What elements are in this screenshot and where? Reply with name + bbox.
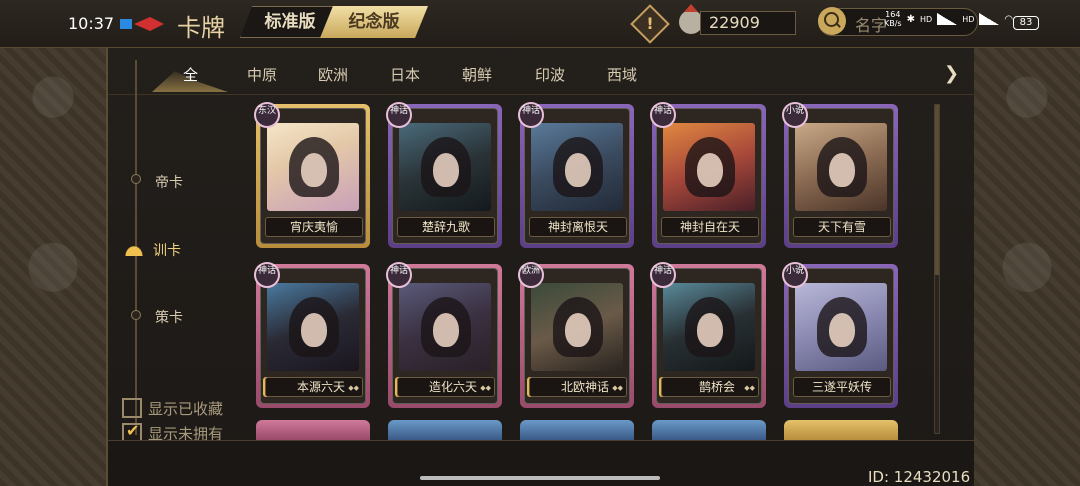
tab-divider xyxy=(108,94,974,95)
rail-dot-emperor[interactable] xyxy=(131,174,141,184)
hd-label-2: HD xyxy=(962,14,975,24)
card-name: 神封自在天 xyxy=(661,217,759,237)
card-badge: 神话 xyxy=(650,262,676,288)
card-portrait xyxy=(531,283,623,371)
card-portrait xyxy=(795,123,887,211)
stars-icon: ◆◆ xyxy=(480,384,491,392)
rarity-training[interactable]: 训卡 xyxy=(153,240,181,260)
home-indicator[interactable] xyxy=(420,476,660,480)
card-portrait xyxy=(663,283,755,371)
lotus-icon xyxy=(120,240,148,256)
battery-indicator: 83 xyxy=(1013,16,1039,30)
card-item[interactable]: 宵庆夷愉 东汉 xyxy=(254,102,370,248)
card-item[interactable]: 神封自在天 神话 xyxy=(650,102,766,248)
tab-memorial-version[interactable]: 纪念版 xyxy=(320,6,428,38)
right-decor-panel xyxy=(972,0,1080,486)
card-item[interactable]: 鹊桥会 ◆◆ 神话 xyxy=(650,262,766,408)
tab-india-persia[interactable]: 印波 xyxy=(535,64,565,85)
card-portrait xyxy=(663,123,755,211)
rarity-emperor[interactable]: 帝卡 xyxy=(155,172,183,192)
card-badge: 神话 xyxy=(518,102,544,128)
card-item-partial[interactable] xyxy=(784,420,898,440)
card-portrait xyxy=(795,283,887,371)
signal-icon xyxy=(937,13,958,25)
card-name: 三遂平妖传 xyxy=(793,377,891,397)
card-portrait xyxy=(399,283,491,371)
left-decor-panel xyxy=(0,0,108,486)
card-badge: 小说 xyxy=(782,102,808,128)
stars-icon: ◆◆ xyxy=(348,384,359,392)
rarity-strategy[interactable]: 策卡 xyxy=(155,307,183,327)
search-placeholder: 名字 xyxy=(855,16,888,35)
tab-korea[interactable]: 朝鲜 xyxy=(462,64,492,85)
currency-value: 22909 xyxy=(709,13,760,32)
tab-all[interactable]: 全 xyxy=(183,64,198,85)
card-item-partial[interactable] xyxy=(520,420,634,440)
stars-icon: ◆◆ xyxy=(612,384,623,392)
card-name: 楚辞九歌 xyxy=(397,217,495,237)
card-item[interactable]: 楚辞九歌 神话 xyxy=(386,102,502,248)
hd-label-1: HD xyxy=(920,14,933,24)
page-title: 卡牌 xyxy=(177,14,225,42)
card-item[interactable]: 造化六天 ◆◆ 神话 xyxy=(386,262,502,408)
card-badge: 神话 xyxy=(254,262,280,288)
tab-central-plains[interactable]: 中原 xyxy=(247,64,277,85)
back-logo-icon[interactable] xyxy=(120,15,164,33)
scrollbar-thumb[interactable] xyxy=(935,105,939,275)
card-portrait xyxy=(267,123,359,211)
card-name: 宵庆夷愉 xyxy=(265,217,363,237)
bluetooth-icon: ✱ xyxy=(906,13,915,25)
card-item[interactable]: 本源六天 ◆◆ 神话 xyxy=(254,262,370,408)
chevron-right-icon[interactable]: ❯ xyxy=(944,63,959,84)
show-collected-label[interactable]: 显示已收藏 xyxy=(148,398,223,419)
card-item-partial[interactable] xyxy=(256,420,370,440)
card-badge: 神话 xyxy=(650,102,676,128)
rail-dot-strategy[interactable] xyxy=(131,310,141,320)
tab-japan[interactable]: 日本 xyxy=(390,64,420,85)
card-portrait xyxy=(267,283,359,371)
card-name: 天下有雪 xyxy=(793,217,891,237)
card-item[interactable]: 神封离恨天 神话 xyxy=(518,102,634,248)
card-badge: 小说 xyxy=(782,262,808,288)
net-speed: 164 KB/s xyxy=(884,10,902,28)
signal-icon-2 xyxy=(979,13,1000,25)
card-badge: 神话 xyxy=(386,102,412,128)
card-item[interactable]: 三遂平妖传 小说 xyxy=(782,262,898,408)
status-time: 10:37 xyxy=(68,14,115,33)
card-name: 神封离恨天 xyxy=(529,217,627,237)
card-item-partial[interactable] xyxy=(388,420,502,440)
card-badge: 神话 xyxy=(386,262,412,288)
system-status: 164 KB/s ✱ HD HD ◠ xyxy=(884,10,1013,28)
card-badge: 东汉 xyxy=(254,102,280,128)
stars-icon: ◆◆ xyxy=(744,384,755,392)
card-portrait xyxy=(531,123,623,211)
card-badge: 欧洲 xyxy=(518,262,544,288)
show-collected-checkbox[interactable] xyxy=(122,398,142,418)
card-item-partial[interactable] xyxy=(652,420,766,440)
wifi-icon: ◠ xyxy=(1004,13,1014,25)
tab-europe[interactable]: 欧洲 xyxy=(318,64,348,85)
player-id: ID: 12432016 xyxy=(868,468,971,486)
search-icon[interactable] xyxy=(818,7,846,35)
tab-western-regions[interactable]: 西域 xyxy=(607,64,637,85)
card-item[interactable]: 北欧神话 ◆◆ 欧洲 xyxy=(518,262,634,408)
card-portrait xyxy=(399,123,491,211)
card-item[interactable]: 天下有雪 小说 xyxy=(782,102,898,248)
